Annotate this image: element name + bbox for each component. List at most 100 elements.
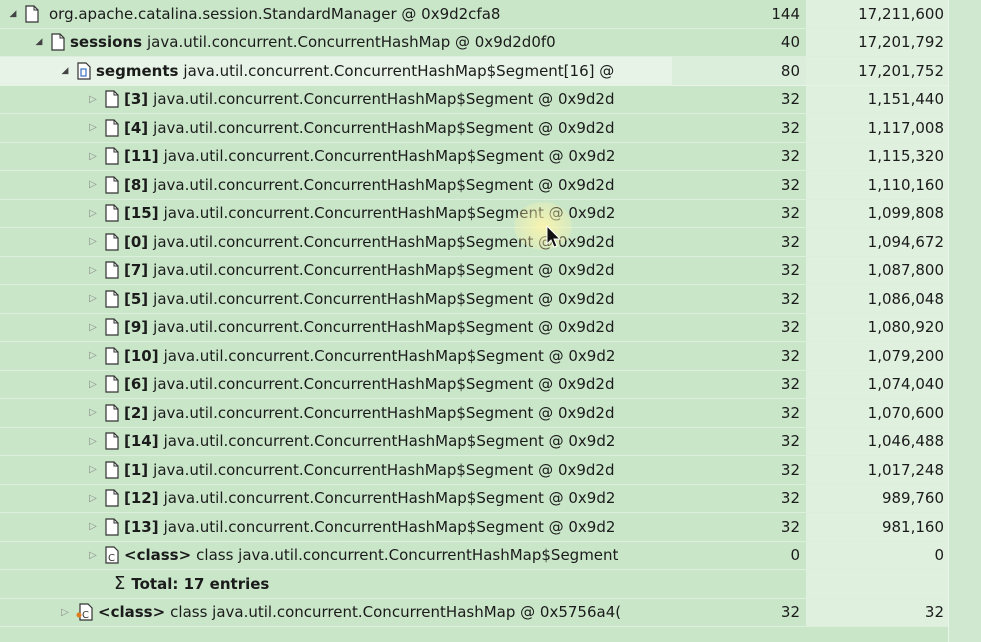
retained-heap: 1,115,320 xyxy=(806,142,948,170)
tree-row[interactable]: ▷ [7] java.util.concurrent.ConcurrentHashM… xyxy=(0,256,981,285)
shallow-heap: 32 xyxy=(780,147,800,166)
object-icon xyxy=(50,33,66,51)
tree-row[interactable]: ▷ C <class> class java.util.concurrent.Co… xyxy=(0,541,981,570)
tree-row[interactable]: ▷ [6] java.util.concurrent.ConcurrentHashM… xyxy=(0,370,981,399)
row-label: segments java.util.concurrent.ConcurrentH… xyxy=(96,61,615,80)
collapsed-arrow-icon[interactable]: ▷ xyxy=(86,179,100,190)
collapsed-arrow-icon[interactable]: ▷ xyxy=(86,265,100,276)
name-cell: ▷ [14] java.util.concurrent.ConcurrentHash… xyxy=(0,428,672,456)
object-icon xyxy=(104,290,120,308)
object-icon xyxy=(104,347,120,365)
shallow-heap: 32 xyxy=(780,489,800,508)
row-label: [1] java.util.concurrent.ConcurrentHashMa… xyxy=(124,460,615,479)
retained-heap: 1,074,040 xyxy=(806,370,948,398)
collapsed-arrow-icon[interactable]: ▷ xyxy=(86,436,100,447)
object-icon xyxy=(104,176,120,194)
retained-heap: 17,201,792 xyxy=(806,28,948,56)
shallow-heap: 32 xyxy=(780,175,800,194)
collapsed-arrow-icon[interactable]: ▷ xyxy=(86,493,100,504)
retained-heap: 1,046,488 xyxy=(806,427,948,455)
collapsed-arrow-icon[interactable]: ▷ xyxy=(86,94,100,105)
row-label: [6] java.util.concurrent.ConcurrentHashMa… xyxy=(124,375,615,394)
tree-row[interactable]: ▷ [2] java.util.concurrent.ConcurrentHashM… xyxy=(0,399,981,428)
tree-row[interactable]: ▷ [4] java.util.concurrent.ConcurrentHashM… xyxy=(0,114,981,143)
shallow-heap: 144 xyxy=(771,4,800,23)
svg-text:C: C xyxy=(108,553,115,564)
tree-row[interactable]: ▷ [5] java.util.concurrent.ConcurrentHashM… xyxy=(0,285,981,314)
row-label: [7] java.util.concurrent.ConcurrentHashMa… xyxy=(124,261,615,280)
collapsed-arrow-icon[interactable]: ▷ xyxy=(86,379,100,390)
collapsed-arrow-icon[interactable]: ▷ xyxy=(86,464,100,475)
name-cell: ▷ [8] java.util.concurrent.ConcurrentHashM… xyxy=(0,171,672,199)
mouse-pointer-icon xyxy=(546,224,562,253)
retained-heap: 1,110,160 xyxy=(806,171,948,199)
expanded-arrow-icon[interactable]: ◢ xyxy=(32,37,46,47)
array-icon xyxy=(76,62,92,80)
shallow-heap: 32 xyxy=(780,318,800,337)
collapsed-arrow-icon[interactable]: ▷ xyxy=(86,350,100,361)
tree-row[interactable]: ▷ [8] java.util.concurrent.ConcurrentHashM… xyxy=(0,171,981,200)
tree-row[interactable]: ▷ [15] java.util.concurrent.ConcurrentHash… xyxy=(0,199,981,228)
name-cell: ▷ [2] java.util.concurrent.ConcurrentHashM… xyxy=(0,399,672,427)
tree-row[interactable]: ▷ [3] java.util.concurrent.ConcurrentHashM… xyxy=(0,85,981,114)
tree-row[interactable]: ▷ [13] java.util.concurrent.ConcurrentHash… xyxy=(0,513,981,542)
tree-row[interactable]: ▷ [10] java.util.concurrent.ConcurrentHash… xyxy=(0,342,981,371)
collapsed-arrow-icon[interactable]: ▷ xyxy=(86,236,100,247)
collapsed-arrow-icon[interactable]: ▷ xyxy=(86,122,100,133)
retained-heap: 17,201,752 xyxy=(806,57,948,85)
retained-heap: 32 xyxy=(806,598,948,626)
expanded-arrow-icon[interactable]: ◢ xyxy=(6,9,20,19)
shallow-heap: 0 xyxy=(790,546,800,565)
collapsed-arrow-icon[interactable]: ▷ xyxy=(86,322,100,333)
row-label: [8] java.util.concurrent.ConcurrentHashMa… xyxy=(124,175,615,194)
scroll-edge xyxy=(948,0,981,642)
collapsed-arrow-icon[interactable]: ▷ xyxy=(86,521,100,532)
name-cell: ▷ [10] java.util.concurrent.ConcurrentHash… xyxy=(0,342,672,370)
row-label: [4] java.util.concurrent.ConcurrentHashMa… xyxy=(124,118,615,137)
shallow-heap: 32 xyxy=(780,232,800,251)
retained-heap: 1,099,808 xyxy=(806,199,948,227)
row-label: [2] java.util.concurrent.ConcurrentHashMa… xyxy=(124,403,615,422)
class-icon: C xyxy=(76,603,94,621)
collapsed-arrow-icon[interactable]: ▷ xyxy=(86,208,100,219)
collapsed-arrow-icon[interactable]: ▷ xyxy=(86,550,100,561)
row-label: [13] java.util.concurrent.ConcurrentHashM… xyxy=(124,517,616,536)
shallow-heap: 32 xyxy=(780,346,800,365)
name-cell: ▷ [0] java.util.concurrent.ConcurrentHashM… xyxy=(0,228,672,256)
shallow-heap: 32 xyxy=(780,90,800,109)
name-cell: ▷ [13] java.util.concurrent.ConcurrentHash… xyxy=(0,513,672,541)
object-icon xyxy=(104,90,120,108)
collapsed-arrow-icon[interactable]: ▷ xyxy=(86,293,100,304)
row-label: [14] java.util.concurrent.ConcurrentHashM… xyxy=(124,432,616,451)
row-label: <class> class java.util.concurrent.Concur… xyxy=(124,546,619,565)
dominator-tree[interactable]: ◢ org.apache.catalina.session.StandardMa… xyxy=(0,0,981,627)
tree-row[interactable]: ▷ [0] java.util.concurrent.ConcurrentHashM… xyxy=(0,228,981,257)
retained-heap: 1,079,200 xyxy=(806,342,948,370)
total-label: Total: 17 entries xyxy=(131,574,270,593)
tree-row[interactable]: ▷ [1] java.util.concurrent.ConcurrentHashM… xyxy=(0,456,981,485)
object-icon xyxy=(104,261,120,279)
row-label: [5] java.util.concurrent.ConcurrentHashMa… xyxy=(124,289,615,308)
object-icon xyxy=(24,5,40,23)
tree-row[interactable]: ◢ sessions java.util.concurrent.Concurren… xyxy=(0,28,981,57)
retained-heap: 1,117,008 xyxy=(806,114,948,142)
object-icon xyxy=(104,204,120,222)
tree-row[interactable]: ◢ org.apache.catalina.session.StandardMa… xyxy=(0,0,981,29)
collapsed-arrow-icon[interactable]: ▷ xyxy=(86,151,100,162)
collapsed-arrow-icon[interactable]: ▷ xyxy=(86,407,100,418)
tree-row[interactable]: ▷ [12] java.util.concurrent.ConcurrentHash… xyxy=(0,484,981,513)
expanded-arrow-icon[interactable]: ◢ xyxy=(58,66,72,76)
tree-row[interactable]: ▷ [14] java.util.concurrent.ConcurrentHash… xyxy=(0,427,981,456)
tree-row-selected[interactable]: ◢ segments java.util.concurrent.Concurren… xyxy=(0,57,981,86)
sum-icon: Σ xyxy=(114,573,126,595)
name-cell: ▷ [12] java.util.concurrent.ConcurrentHash… xyxy=(0,485,672,513)
tree-row[interactable]: ▷ C <class> class java.util.concurrent.Co… xyxy=(0,598,981,627)
shallow-heap: 32 xyxy=(780,261,800,280)
shallow-heap: 32 xyxy=(780,289,800,308)
tree-row[interactable]: ▷ [11] java.util.concurrent.ConcurrentHash… xyxy=(0,142,981,171)
svg-text:C: C xyxy=(82,610,89,621)
name-cell: ▷ [6] java.util.concurrent.ConcurrentHashM… xyxy=(0,371,672,399)
collapsed-arrow-icon[interactable]: ▷ xyxy=(58,607,72,618)
name-cell: ▷ C <class> class java.util.concurrent.Co… xyxy=(0,599,672,627)
tree-row[interactable]: ▷ [9] java.util.concurrent.ConcurrentHashM… xyxy=(0,313,981,342)
